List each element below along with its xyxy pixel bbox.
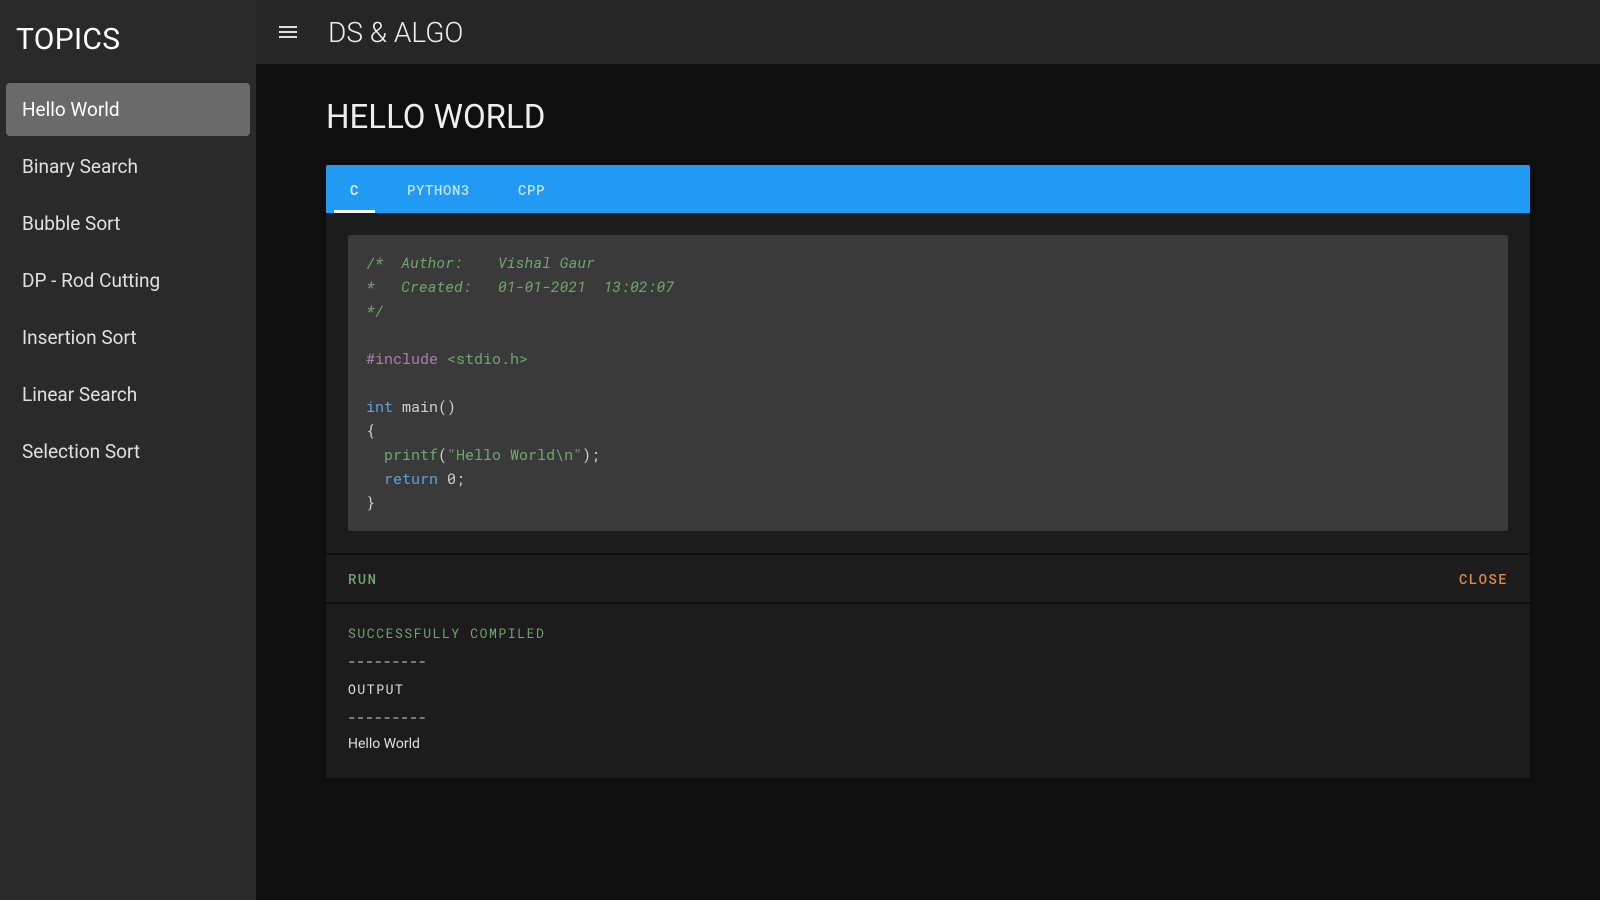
separator: --------- — [348, 708, 1508, 726]
top-toolbar: DS & ALGO — [256, 0, 1600, 64]
code-token: return — [384, 469, 438, 489]
language-tab[interactable]: C — [326, 165, 383, 213]
topic-item[interactable]: Linear Search — [6, 368, 250, 421]
code-token: <stdio.h> — [447, 349, 528, 369]
code-token: 0; — [438, 469, 465, 489]
code-token: ( — [438, 445, 447, 465]
code-comment: /* Author: Vishal Gaur — [366, 253, 595, 273]
app-title: DS & ALGO — [328, 16, 463, 49]
code-token: printf — [384, 445, 438, 465]
topic-item[interactable]: DP - Rod Cutting — [6, 254, 250, 307]
code-card: /* Author: Vishal Gaur * Created: 01-01-… — [326, 213, 1530, 553]
code-token: { — [366, 421, 375, 441]
sidebar: TOPICS Hello WorldBinary SearchBubble So… — [0, 0, 256, 900]
topic-item[interactable]: Binary Search — [6, 140, 250, 193]
code-token: "Hello World\n" — [447, 445, 582, 465]
output-label: OUTPUT — [348, 680, 1508, 698]
output-text: Hello World — [348, 736, 1508, 752]
main-column: DS & ALGO HELLO WORLD CPYTHON3CPP /* Aut… — [256, 0, 1600, 900]
code-block[interactable]: /* Author: Vishal Gaur * Created: 01-01-… — [348, 235, 1508, 531]
code-token: int — [366, 397, 393, 417]
topic-list: Hello WorldBinary SearchBubble SortDP - … — [0, 79, 256, 482]
sidebar-title: TOPICS — [0, 8, 256, 79]
topic-item[interactable]: Insertion Sort — [6, 311, 250, 364]
language-tab[interactable]: CPP — [494, 165, 569, 213]
code-token: ); — [582, 445, 600, 465]
code-comment: * Created: 01-01-2021 13:02:07 — [366, 277, 674, 297]
content-area: HELLO WORLD CPYTHON3CPP /* Author: Visha… — [256, 64, 1600, 818]
language-tab[interactable]: PYTHON3 — [383, 165, 494, 213]
code-comment: */ — [366, 301, 384, 321]
topic-item[interactable]: Selection Sort — [6, 425, 250, 478]
action-bar: RUN CLOSE — [326, 555, 1530, 602]
page-title: HELLO WORLD — [326, 98, 1530, 137]
run-button[interactable]: RUN — [348, 569, 377, 588]
language-tabs: CPYTHON3CPP — [326, 165, 1530, 213]
output-card: SUCCESSFULLY COMPILED --------- OUTPUT -… — [326, 604, 1530, 778]
compile-status: SUCCESSFULLY COMPILED — [348, 624, 1508, 642]
separator: --------- — [348, 652, 1508, 670]
code-token: } — [366, 493, 375, 513]
code-token: #include — [366, 349, 438, 369]
topic-item[interactable]: Bubble Sort — [6, 197, 250, 250]
code-token: main() — [393, 397, 456, 417]
hamburger-icon[interactable] — [276, 20, 300, 44]
app-root: TOPICS Hello WorldBinary SearchBubble So… — [0, 0, 1600, 900]
topic-item[interactable]: Hello World — [6, 83, 250, 136]
close-button[interactable]: CLOSE — [1459, 569, 1508, 588]
